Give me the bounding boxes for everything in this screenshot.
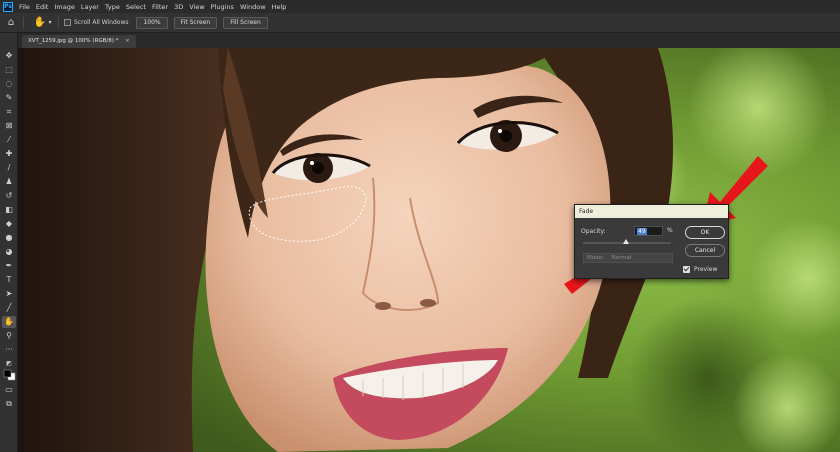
type-tool-icon[interactable]: T: [2, 274, 16, 286]
zoom-tool-icon[interactable]: ⚲: [2, 330, 16, 342]
opacity-value[interactable]: 49: [637, 228, 647, 235]
pen-tool-icon[interactable]: ✒: [2, 260, 16, 272]
divider: [23, 16, 24, 29]
eyedropper-icon[interactable]: ⁄: [2, 134, 16, 146]
history-brush-icon[interactable]: ↺: [2, 190, 16, 202]
menu-plugins[interactable]: Plugins: [211, 3, 234, 11]
opacity-label: Opacity:: [581, 228, 606, 235]
quick-mask-icon[interactable]: ▭: [2, 384, 16, 396]
screen-mode-icon[interactable]: ⧉: [2, 398, 16, 410]
opacity-input[interactable]: 49: [634, 226, 663, 236]
menu-window[interactable]: Window: [240, 3, 266, 11]
tools-panel: ✥ ⬚ ◌ ✎ ⌗ ⊠ ⁄ ✚ / ♟ ↺ ◧ ◆ ● ◕ ✒ T ➤ ╱ ✋ …: [0, 33, 18, 452]
quick-selection-icon[interactable]: ✎: [2, 92, 16, 104]
healing-brush-icon[interactable]: ✚: [2, 148, 16, 160]
mode-value: Normal: [611, 255, 632, 261]
eraser-icon[interactable]: ◧: [2, 204, 16, 216]
scroll-all-windows-label: Scroll All Windows: [74, 19, 129, 26]
menu-select[interactable]: Select: [126, 3, 146, 11]
frame-tool-icon[interactable]: ⊠: [2, 120, 16, 132]
lasso-tool-icon[interactable]: ◌: [2, 78, 16, 90]
preview-label: Preview: [694, 266, 718, 273]
menu-help[interactable]: Help: [272, 3, 287, 11]
cancel-button[interactable]: Cancel: [685, 244, 725, 257]
photoshop-logo-icon: Ps: [3, 1, 13, 12]
clone-stamp-icon[interactable]: ♟: [2, 176, 16, 188]
line-tool-icon[interactable]: ╱: [2, 302, 16, 314]
scroll-all-windows-checkbox[interactable]: Scroll All Windows: [64, 19, 128, 26]
close-icon[interactable]: ×: [125, 38, 130, 44]
brush-tool-icon[interactable]: /: [2, 162, 16, 174]
mode-label: Mode:: [587, 255, 604, 261]
ok-button[interactable]: OK: [685, 226, 725, 239]
dodge-tool-icon[interactable]: ◕: [2, 246, 16, 258]
checkbox-box[interactable]: [64, 19, 71, 26]
color-swatches-icon[interactable]: [2, 369, 16, 381]
preview-checkbox[interactable]: Preview: [683, 266, 717, 273]
photoshop-window: Ps File Edit Image Layer Type Select Fil…: [0, 0, 840, 452]
menu-view[interactable]: View: [189, 3, 204, 11]
menu-type[interactable]: Type: [105, 3, 120, 11]
opacity-slider-thumb[interactable]: [623, 239, 630, 244]
document-tab[interactable]: XVT_1259.jpg @ 100% (RGB/8) * ×: [22, 35, 136, 48]
hand-icon[interactable]: ✋: [33, 16, 47, 30]
document-tab-bar: XVT_1259.jpg @ 100% (RGB/8) * ×: [18, 33, 840, 48]
menu-file[interactable]: File: [19, 3, 30, 11]
menu-edit[interactable]: Edit: [36, 3, 49, 11]
fade-dialog: Fade Opacity: 49 % Mode: Normal OK Cance…: [574, 204, 729, 279]
hand-tool-icon[interactable]: ✋: [2, 316, 16, 328]
mode-select[interactable]: Mode: Normal: [583, 253, 673, 263]
divider: [58, 16, 59, 29]
move-tool-icon[interactable]: ✥: [2, 50, 16, 62]
paint-bucket-icon[interactable]: ◆: [2, 218, 16, 230]
marquee-tool-icon[interactable]: ⬚: [2, 64, 16, 76]
zoom-100-button[interactable]: 100%: [136, 16, 168, 29]
menu-filter[interactable]: Filter: [152, 3, 168, 11]
menu-layer[interactable]: Layer: [81, 3, 99, 11]
menu-bar: Ps File Edit Image Layer Type Select Fil…: [0, 0, 840, 13]
fit-screen-button[interactable]: Fit Screen: [173, 16, 218, 29]
menu-image[interactable]: Image: [54, 3, 74, 11]
menu-3d[interactable]: 3D: [174, 3, 183, 11]
crop-tool-icon[interactable]: ⌗: [2, 106, 16, 118]
chevron-down-icon[interactable]: ▾: [47, 16, 53, 30]
checkmark-icon[interactable]: [683, 266, 690, 273]
document-tab-title: XVT_1259.jpg @ 100% (RGB/8) *: [28, 38, 119, 44]
percent-sign: %: [667, 227, 673, 234]
path-selection-icon[interactable]: ➤: [2, 288, 16, 300]
options-bar: ⌂ ✋ ▾ Scroll All Windows 100% Fit Screen…: [0, 13, 840, 33]
home-icon[interactable]: ⌂: [4, 16, 18, 30]
blur-tool-icon[interactable]: ●: [2, 232, 16, 244]
fill-screen-button[interactable]: Fill Screen: [223, 16, 268, 29]
more-tools-icon[interactable]: ···: [2, 344, 16, 356]
dialog-title: Fade: [575, 205, 728, 218]
